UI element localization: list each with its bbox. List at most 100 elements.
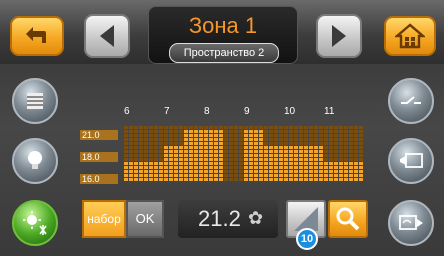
schedule-cell[interactable] xyxy=(234,174,238,177)
schedule-cell[interactable] xyxy=(309,130,313,133)
schedule-cell[interactable] xyxy=(284,166,288,169)
schedule-cell[interactable] xyxy=(299,162,303,165)
schedule-cell[interactable] xyxy=(309,142,313,145)
schedule-cell[interactable] xyxy=(124,154,128,157)
schedule-cell[interactable] xyxy=(184,134,188,137)
schedule-cell[interactable] xyxy=(289,162,293,165)
schedule-cell[interactable] xyxy=(244,146,248,149)
schedule-cell[interactable] xyxy=(234,154,238,157)
schedule-cell[interactable] xyxy=(329,170,333,173)
schedule-cell[interactable] xyxy=(184,174,188,177)
schedule-cell[interactable] xyxy=(139,174,143,177)
schedule-cell[interactable] xyxy=(169,126,173,129)
schedule-cell[interactable] xyxy=(349,178,353,181)
schedule-cell[interactable] xyxy=(199,138,203,141)
schedule-cell[interactable] xyxy=(214,178,218,181)
schedule-cell[interactable] xyxy=(264,142,268,145)
schedule-cell[interactable] xyxy=(314,150,318,153)
schedule-cell[interactable] xyxy=(349,138,353,141)
schedule-cell[interactable] xyxy=(349,142,353,145)
schedule-cell[interactable] xyxy=(319,142,323,145)
light-button[interactable] xyxy=(12,138,58,184)
schedule-cell[interactable] xyxy=(184,130,188,133)
schedule-cell[interactable] xyxy=(289,146,293,149)
schedule-cell[interactable] xyxy=(239,146,243,149)
schedule-cell[interactable] xyxy=(309,170,313,173)
schedule-cell[interactable] xyxy=(269,166,273,169)
schedule-cell[interactable] xyxy=(229,174,233,177)
schedule-cell[interactable] xyxy=(129,178,133,181)
schedule-cell[interactable] xyxy=(274,154,278,157)
schedule-cell[interactable] xyxy=(124,174,128,177)
schedule-cell[interactable] xyxy=(129,142,133,145)
schedule-cell[interactable] xyxy=(169,150,173,153)
schedule-cell[interactable] xyxy=(164,150,168,153)
schedule-cell[interactable] xyxy=(294,174,298,177)
schedule-cell[interactable] xyxy=(344,150,348,153)
schedule-cell[interactable] xyxy=(264,134,268,137)
schedule-cell[interactable] xyxy=(334,146,338,149)
search-button[interactable] xyxy=(328,200,368,238)
schedule-cell[interactable] xyxy=(174,158,178,161)
schedule-cell[interactable] xyxy=(189,134,193,137)
schedule-cell[interactable] xyxy=(174,154,178,157)
schedule-cell[interactable] xyxy=(129,162,133,165)
schedule-cell[interactable] xyxy=(159,166,163,169)
schedule-cell[interactable] xyxy=(214,142,218,145)
schedule-cell[interactable] xyxy=(299,150,303,153)
schedule-cell[interactable] xyxy=(274,142,278,145)
schedule-cell[interactable] xyxy=(154,150,158,153)
schedule-cell[interactable] xyxy=(139,158,143,161)
schedule-cell[interactable] xyxy=(304,158,308,161)
schedule-cell[interactable] xyxy=(224,126,228,129)
schedule-cell[interactable] xyxy=(269,130,273,133)
schedule-cell[interactable] xyxy=(344,170,348,173)
schedule-cell[interactable] xyxy=(294,150,298,153)
schedule-cell[interactable] xyxy=(334,126,338,129)
schedule-cell[interactable] xyxy=(254,178,258,181)
schedule-cell[interactable] xyxy=(294,142,298,145)
schedule-cell[interactable] xyxy=(314,170,318,173)
schedule-cell[interactable] xyxy=(344,166,348,169)
schedule-cell[interactable] xyxy=(319,134,323,137)
schedule-cell[interactable] xyxy=(329,158,333,161)
schedule-cell[interactable] xyxy=(279,130,283,133)
schedule-cell[interactable] xyxy=(284,146,288,149)
schedule-cell[interactable] xyxy=(184,142,188,145)
schedule-cell[interactable] xyxy=(159,158,163,161)
schedule-cell[interactable] xyxy=(149,142,153,145)
schedule-cell[interactable] xyxy=(224,178,228,181)
schedule-cell[interactable] xyxy=(194,138,198,141)
schedule-cell[interactable] xyxy=(214,126,218,129)
schedule-cell[interactable] xyxy=(239,158,243,161)
schedule-cell[interactable] xyxy=(349,126,353,129)
schedule-cell[interactable] xyxy=(244,158,248,161)
schedule-cell[interactable] xyxy=(304,170,308,173)
schedule-cell[interactable] xyxy=(179,174,183,177)
schedule-cell[interactable] xyxy=(169,142,173,145)
schedule-cell[interactable] xyxy=(339,162,343,165)
schedule-cell[interactable] xyxy=(249,138,253,141)
schedule-cell[interactable] xyxy=(204,146,208,149)
schedule-cell[interactable] xyxy=(204,138,208,141)
schedule-cell[interactable] xyxy=(354,170,358,173)
schedule-cell[interactable] xyxy=(224,166,228,169)
schedule-cell[interactable] xyxy=(149,162,153,165)
schedule-cell[interactable] xyxy=(294,126,298,129)
schedule-cell[interactable] xyxy=(249,142,253,145)
schedule-cell[interactable] xyxy=(149,154,153,157)
schedule-cell[interactable] xyxy=(264,150,268,153)
schedule-cell[interactable] xyxy=(179,150,183,153)
schedule-cell[interactable] xyxy=(269,150,273,153)
schedule-cell[interactable] xyxy=(319,130,323,133)
schedule-cell[interactable] xyxy=(309,158,313,161)
schedule-cell[interactable] xyxy=(159,150,163,153)
schedule-cell[interactable] xyxy=(174,146,178,149)
temperature-schedule-chart[interactable]: 6 7 8 9 10 11 21.0 18.0 16.0 xyxy=(80,106,372,188)
scene-button[interactable] xyxy=(388,138,434,184)
schedule-cell[interactable] xyxy=(294,146,298,149)
schedule-cell[interactable] xyxy=(199,158,203,161)
schedule-cell[interactable] xyxy=(264,126,268,129)
schedule-cell[interactable] xyxy=(289,178,293,181)
schedule-cell[interactable] xyxy=(309,150,313,153)
